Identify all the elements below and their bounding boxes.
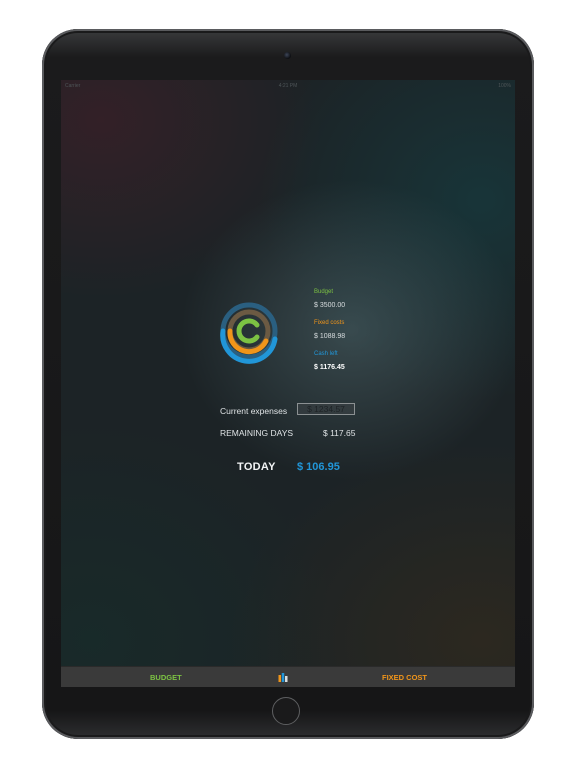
tab-bar: BUDGET FIXED COST — [61, 666, 515, 687]
tab-budget[interactable]: BUDGET — [150, 673, 182, 682]
budget-arc — [236, 318, 260, 344]
app-screen: Carrier 4:21 PM 100% Budget $ 3500.00 Fi… — [61, 80, 515, 687]
today-label: TODAY — [237, 461, 276, 473]
fixed-costs-legend-label: Fixed costs — [314, 320, 345, 326]
tab-fixed-cost[interactable]: FIXED COST — [382, 673, 427, 682]
budget-legend-value: $ 3500.00 — [314, 302, 346, 309]
budget-ring-chart — [220, 302, 278, 364]
bar-chart-icon[interactable] — [278, 672, 288, 682]
battery-text: 100% — [498, 83, 511, 89]
remaining-days-label: REMAINING DAYS — [220, 428, 294, 438]
current-expenses-label: Current expenses — [220, 406, 288, 416]
cash-left-legend-value: $ 1176.45 — [314, 364, 345, 371]
front-camera — [284, 52, 291, 59]
status-time: 4:21 PM — [278, 83, 298, 89]
current-expenses-input[interactable] — [297, 403, 355, 415]
status-bar: Carrier 4:21 PM 100% — [61, 80, 515, 92]
budget-legend-label: Budget — [314, 289, 334, 295]
today-value: $ 106.95 — [297, 461, 340, 473]
remaining-days-value: $ 117.65 — [323, 428, 356, 438]
home-button[interactable] — [272, 697, 300, 725]
cash-left-legend-label: Cash left — [314, 351, 338, 357]
fixed-costs-legend-value: $ 1088.98 — [314, 333, 346, 340]
